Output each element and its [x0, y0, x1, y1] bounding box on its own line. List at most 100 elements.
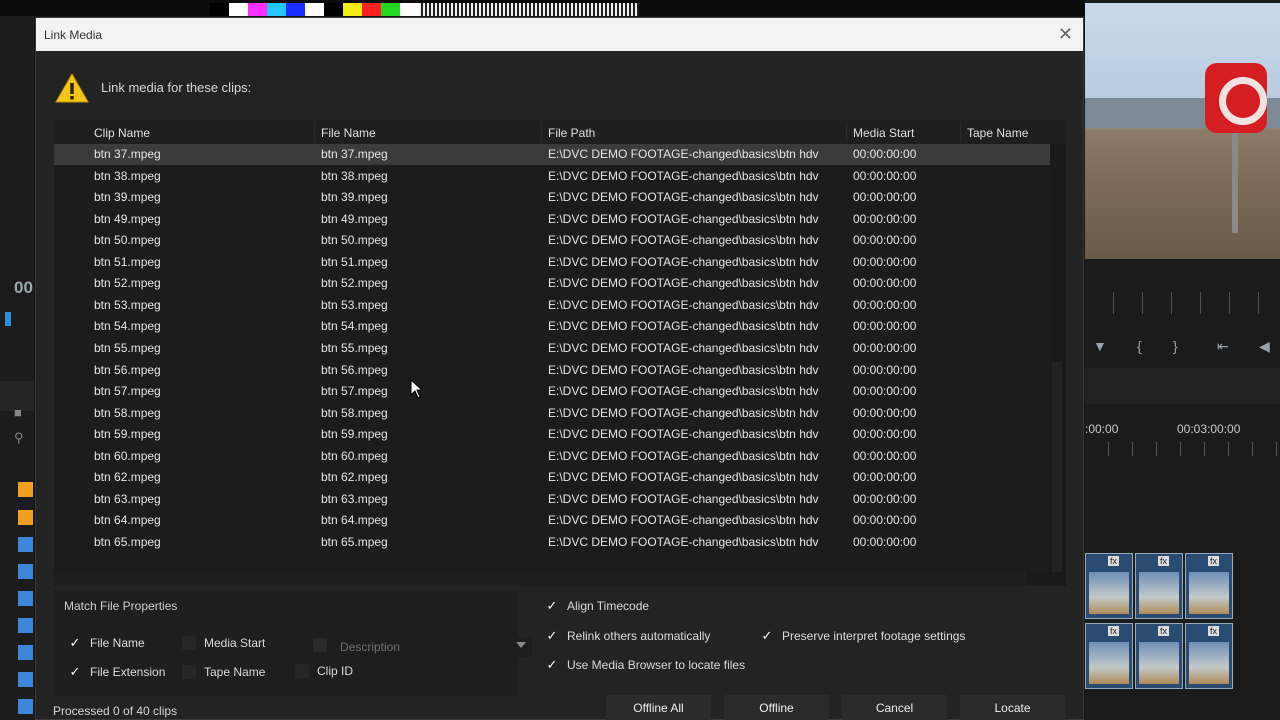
- cell-clip-name: btn 50.mpeg: [94, 233, 161, 248]
- column-header-clip-name[interactable]: Clip Name: [94, 126, 150, 140]
- cell-clip-name: btn 39.mpeg: [94, 190, 161, 205]
- cell-file-name: btn 63.mpeg: [321, 491, 388, 506]
- checkbox-label: File Extension: [90, 665, 166, 679]
- program-monitor-preview: [1085, 3, 1280, 259]
- playhead-marker[interactable]: [5, 312, 11, 326]
- cell-file-name: btn 55.mpeg: [321, 340, 388, 355]
- cell-media-start: 00:00:00:00: [853, 340, 917, 355]
- cell-file-name: btn 59.mpeg: [321, 427, 388, 442]
- table-row[interactable]: btn 54.mpeg btn 54.mpeg E:\DVC DEMO FOOTAG…: [54, 316, 1050, 337]
- cell-file-path: E:\DVC DEMO FOOTAGE-changed\basics\btn h…: [548, 254, 819, 269]
- close-icon[interactable]: ✕: [1058, 24, 1073, 45]
- go-to-in-icon[interactable]: ⇤: [1217, 338, 1229, 355]
- clip-icon[interactable]: [18, 618, 33, 633]
- table-row[interactable]: btn 39.mpeg btn 39.mpeg E:\DVC DEMO FOOTAG…: [54, 187, 1050, 208]
- use-media-browser-checkbox[interactable]: ✓ Use Media Browser to locate files: [545, 657, 746, 673]
- table-row[interactable]: btn 58.mpeg btn 58.mpeg E:\DVC DEMO FOOTAG…: [54, 403, 1050, 424]
- cell-clip-name: btn 53.mpeg: [94, 297, 161, 312]
- clip-icon[interactable]: [18, 645, 33, 660]
- file-extension-checkbox[interactable]: ✓ File Extension: [68, 665, 166, 680]
- mark-in-icon[interactable]: {: [1137, 338, 1142, 354]
- cell-file-name: btn 54.mpeg: [321, 319, 388, 334]
- clip-icon[interactable]: [18, 672, 33, 687]
- folder-icon[interactable]: ■: [14, 405, 30, 420]
- clip-icon[interactable]: [18, 591, 33, 606]
- cell-file-path: E:\DVC DEMO FOOTAGE-changed\basics\btn h…: [548, 470, 819, 485]
- media-start-checkbox[interactable]: Media Start: [182, 636, 265, 650]
- cell-file-path: E:\DVC DEMO FOOTAGE-changed\basics\btn h…: [548, 340, 819, 355]
- column-header-file-path[interactable]: File Path: [548, 126, 595, 140]
- align-timecode-checkbox[interactable]: ✓ Align Timecode: [545, 599, 650, 614]
- cell-media-start: 00:00:00:00: [853, 427, 917, 442]
- timeline-clips: fx fx fx fx fx fx: [1085, 553, 1235, 693]
- cell-media-start: 00:00:00:00: [853, 405, 917, 420]
- bin-icon[interactable]: [18, 482, 33, 497]
- cancel-button[interactable]: Cancel: [842, 695, 947, 720]
- table-row[interactable]: btn 37.mpeg btn 37.mpeg E:\DVC DEMO FOOTAG…: [54, 144, 1050, 165]
- mark-out-icon[interactable]: }: [1173, 338, 1178, 354]
- column-header-tape-name[interactable]: Tape Name: [967, 126, 1028, 140]
- table-row[interactable]: btn 63.mpeg btn 63.mpeg E:\DVC DEMO FOOTAG…: [54, 489, 1050, 510]
- table-row[interactable]: btn 52.mpeg btn 52.mpeg E:\DVC DEMO FOOTAG…: [54, 273, 1050, 294]
- table-row[interactable]: btn 50.mpeg btn 50.mpeg E:\DVC DEMO FOOTAG…: [54, 230, 1050, 251]
- column-header-file-name[interactable]: File Name: [321, 126, 376, 140]
- offline-button[interactable]: Offline: [724, 695, 829, 720]
- cell-file-path: E:\DVC DEMO FOOTAGE-changed\basics\btn h…: [548, 427, 819, 442]
- lifebuoy-image: [1205, 63, 1267, 133]
- offline-all-button[interactable]: Offline All: [606, 695, 711, 720]
- clip-icon[interactable]: [18, 537, 33, 552]
- checkbox-label: Use Media Browser to locate files: [567, 658, 746, 672]
- locate-button[interactable]: Locate: [960, 695, 1065, 720]
- checkmark-icon: ✓: [761, 628, 773, 643]
- checkmark-icon: ✓: [546, 628, 558, 643]
- marker-icon[interactable]: ▼: [1093, 338, 1107, 354]
- horizontal-scrollbar[interactable]: [54, 572, 1066, 586]
- table-row[interactable]: btn 59.mpeg btn 59.mpeg E:\DVC DEMO FOOTAG…: [54, 424, 1050, 445]
- table-row[interactable]: btn 51.mpeg btn 51.mpeg E:\DVC DEMO FOOTAG…: [54, 252, 1050, 273]
- fx-badge: fx: [1108, 626, 1120, 636]
- scrollbar-thumb[interactable]: [1052, 362, 1062, 572]
- table-row[interactable]: btn 65.mpeg btn 65.mpeg E:\DVC DEMO FOOTAG…: [54, 532, 1050, 553]
- file-name-checkbox[interactable]: ✓ File Name: [68, 636, 145, 651]
- search-icon[interactable]: ⚲: [14, 430, 30, 445]
- table-row[interactable]: btn 53.mpeg btn 53.mpeg E:\DVC DEMO FOOTAG…: [54, 295, 1050, 316]
- cell-clip-name: btn 57.mpeg: [94, 384, 161, 399]
- table-row[interactable]: btn 60.mpeg btn 60.mpeg E:\DVC DEMO FOOTAG…: [54, 446, 1050, 467]
- cell-file-name: btn 52.mpeg: [321, 276, 388, 291]
- table-row[interactable]: btn 49.mpeg btn 49.mpeg E:\DVC DEMO FOOTAG…: [54, 209, 1050, 230]
- table-row[interactable]: btn 57.mpeg btn 57.mpeg E:\DVC DEMO FOOTAG…: [54, 381, 1050, 402]
- cell-file-path: E:\DVC DEMO FOOTAGE-changed\basics\btn h…: [548, 405, 819, 420]
- table-row[interactable]: btn 56.mpeg btn 56.mpeg E:\DVC DEMO FOOTAG…: [54, 360, 1050, 381]
- bin-icon[interactable]: [18, 510, 33, 525]
- cell-media-start: 00:00:00:00: [853, 491, 917, 506]
- match-file-properties-panel: Match File Properties ✓ File Name Media S…: [54, 590, 532, 696]
- description-select[interactable]: Description: [332, 637, 532, 657]
- cell-clip-name: btn 55.mpeg: [94, 340, 161, 355]
- cell-media-start: 00:00:00:00: [853, 297, 917, 312]
- checkmark-icon: ✓: [546, 657, 558, 672]
- program-monitor-area: ▼ { } ⇤ ◀ :00:00 00:03:00:00 fx fx fx fx…: [1085, 0, 1280, 720]
- timeline-ruler[interactable]: [1085, 442, 1280, 456]
- cell-file-path: E:\DVC DEMO FOOTAGE-changed\basics\btn h…: [548, 233, 819, 248]
- table-row[interactable]: btn 64.mpeg btn 64.mpeg E:\DVC DEMO FOOTAG…: [54, 510, 1050, 531]
- description-checkbox[interactable]: [313, 638, 335, 652]
- clip-icon[interactable]: [18, 699, 33, 714]
- table-row[interactable]: btn 55.mpeg btn 55.mpeg E:\DVC DEMO FOOTAG…: [54, 338, 1050, 359]
- preserve-interpret-checkbox[interactable]: ✓ Preserve interpret footage settings: [760, 628, 966, 644]
- clip-icon[interactable]: [18, 564, 33, 579]
- cell-media-start: 00:00:00:00: [853, 190, 917, 205]
- column-header-media-start[interactable]: Media Start: [853, 126, 914, 140]
- cell-file-path: E:\DVC DEMO FOOTAGE-changed\basics\btn h…: [548, 147, 819, 161]
- fx-badge: fx: [1108, 556, 1120, 566]
- table-row[interactable]: btn 38.mpeg btn 38.mpeg E:\DVC DEMO FOOTAG…: [54, 166, 1050, 187]
- step-back-icon[interactable]: ◀: [1259, 338, 1270, 355]
- relink-others-checkbox[interactable]: ✓ Relink others automatically: [545, 628, 711, 644]
- table-row[interactable]: btn 62.mpeg btn 62.mpeg E:\DVC DEMO FOOTAG…: [54, 467, 1050, 488]
- fx-badge: fx: [1208, 626, 1220, 636]
- monitor-ruler[interactable]: [1085, 292, 1280, 314]
- cell-clip-name: btn 63.mpeg: [94, 491, 161, 506]
- cell-file-name: btn 64.mpeg: [321, 513, 388, 528]
- tape-name-checkbox[interactable]: Tape Name: [182, 665, 265, 679]
- clip-id-checkbox[interactable]: Clip ID: [295, 664, 353, 678]
- cell-media-start: 00:00:00:00: [853, 470, 917, 485]
